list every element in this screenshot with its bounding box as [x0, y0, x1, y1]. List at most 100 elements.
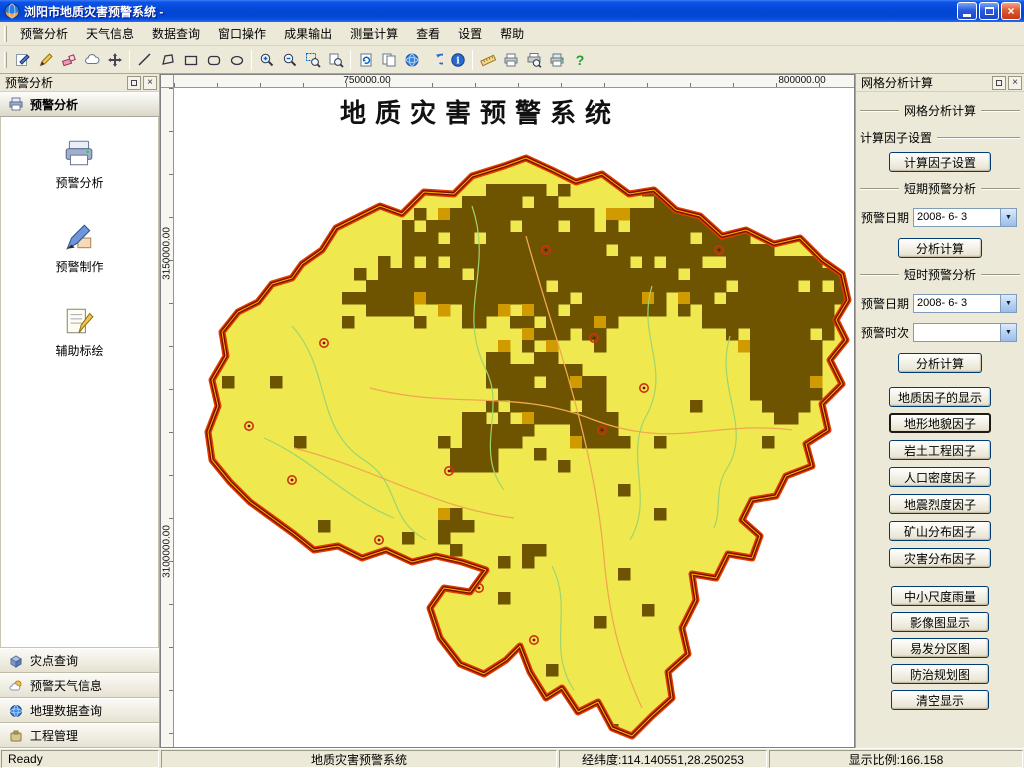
map-view: 750000.00 800000.00 3150000.00 3100000.0…: [160, 74, 855, 748]
chevron-down-icon[interactable]: ▼: [1000, 209, 1016, 226]
map-ruler-vertical: 3150000.00 3100000.00: [161, 88, 174, 747]
calc-factor-settings-button[interactable]: 计算因子设置: [889, 152, 991, 172]
svg-text:?: ?: [575, 52, 584, 68]
tool-zoom-in-button[interactable]: [255, 48, 278, 71]
tool-help-button[interactable]: ?: [568, 48, 591, 71]
tool-measure-button[interactable]: [476, 48, 499, 71]
window-title: 浏阳市地质灾害预警系统 -: [24, 3, 957, 20]
short-term-analyze-button[interactable]: 分析计算: [898, 238, 982, 258]
ruler-label: 750000.00: [337, 75, 397, 86]
short-time-date-label: 预警日期: [861, 295, 913, 312]
zoom-window-icon: [305, 52, 321, 68]
tool-pencil-button[interactable]: [34, 48, 57, 71]
chevron-down-icon[interactable]: ▼: [1000, 324, 1016, 341]
left-panel-title: 预警分析: [5, 74, 127, 91]
tool-print-preview-button[interactable]: [522, 48, 545, 71]
menu-item-help[interactable]: 帮助: [491, 22, 533, 45]
clear-display-button[interactable]: 清空显示: [891, 690, 989, 710]
tool-aux-plotting[interactable]: 辅助标绘: [55, 305, 103, 359]
short-time-date-combo[interactable]: 2008- 6- 3 ▼: [913, 294, 1017, 313]
short-term-date-combo[interactable]: 2008- 6- 3 ▼: [913, 208, 1017, 227]
imagery-display-button[interactable]: 影像图显示: [891, 612, 989, 632]
menu-bar: 预警分析 天气信息 数据查询 窗口操作 成果输出 测量计算 查看 设置 帮助: [0, 22, 1024, 46]
tool-eraser-button[interactable]: [57, 48, 80, 71]
tool-rounded-rectangle-button[interactable]: [202, 48, 225, 71]
tool-globe-button[interactable]: [400, 48, 423, 71]
tool-zoom-extent-button[interactable]: [324, 48, 347, 71]
factor-mining-button[interactable]: 矿山分布因子: [889, 521, 991, 541]
tool-edit-map-button[interactable]: [11, 48, 34, 71]
factor-disaster-button[interactable]: 灾害分布因子: [889, 548, 991, 568]
menu-item-window-ops[interactable]: 窗口操作: [209, 22, 275, 45]
menu-item-view[interactable]: 查看: [407, 22, 449, 45]
warning-time-combo[interactable]: ▼: [913, 323, 1017, 342]
tool-ellipse-button[interactable]: [225, 48, 248, 71]
pin-icon[interactable]: [127, 76, 141, 90]
menu-item-data-query[interactable]: 数据查询: [143, 22, 209, 45]
eraser-icon: [61, 52, 77, 68]
status-system-name: 地质灾害预警系统: [161, 750, 557, 768]
tool-refresh-view-button[interactable]: [354, 48, 377, 71]
short-term-date-label: 预警日期: [861, 209, 913, 226]
toolbar-grip[interactable]: [4, 26, 7, 42]
geo-factor-display-button[interactable]: 地质因子的显示: [889, 387, 991, 407]
maximize-button[interactable]: [979, 2, 999, 20]
susceptibility-map-button[interactable]: 易发分区图: [891, 638, 989, 658]
tool-warning-analysis[interactable]: 预警分析: [55, 137, 103, 191]
menu-item-measure-calc[interactable]: 测量计算: [341, 22, 407, 45]
zoom-extent-icon: [328, 52, 344, 68]
tool-zoom-window-button[interactable]: [301, 48, 324, 71]
minimize-button[interactable]: [957, 2, 977, 20]
tool-info-button[interactable]: i: [446, 48, 469, 71]
factor-geotech-button[interactable]: 岩土工程因子: [889, 440, 991, 460]
grid-analysis-group-label: 网格分析计算: [904, 102, 976, 119]
left-panel-tools: 预警分析 预警制作 辅助标绘: [0, 117, 159, 648]
tool-pan-button[interactable]: [103, 48, 126, 71]
pan-icon: [107, 52, 123, 68]
map-canvas[interactable]: 地质灾害预警系统: [174, 88, 854, 747]
close-icon[interactable]: ×: [143, 76, 157, 90]
chevron-down-icon[interactable]: ▼: [1000, 295, 1016, 312]
aux-plotting-icon: [63, 305, 95, 337]
tool-cloud-button[interactable]: [80, 48, 103, 71]
tool-polygon-button[interactable]: [156, 48, 179, 71]
tool-rectangle-button[interactable]: [179, 48, 202, 71]
factor-terrain-button[interactable]: 地形地貌因子: [889, 413, 991, 433]
short-time-analyze-button[interactable]: 分析计算: [898, 353, 982, 373]
prevention-plan-button[interactable]: 防治规划图: [891, 664, 989, 684]
rectangle-icon: [183, 52, 199, 68]
toolbar-grip[interactable]: [4, 52, 7, 68]
left-panel-section-header[interactable]: 预警分析: [0, 92, 159, 117]
group-warning-weather-info[interactable]: 预警天气信息: [0, 673, 159, 698]
close-button[interactable]: ×: [1001, 2, 1021, 20]
pin-icon[interactable]: [992, 76, 1006, 90]
menu-item-weather-info[interactable]: 天气信息: [77, 22, 143, 45]
tool-print-setup-button[interactable]: [545, 48, 568, 71]
group-label: 灾点查询: [30, 652, 78, 669]
tool-line-button[interactable]: [133, 48, 156, 71]
tool-undo-button[interactable]: [423, 48, 446, 71]
group-geo-data-query[interactable]: 地理数据查询: [0, 698, 159, 723]
ellipse-icon: [229, 52, 245, 68]
status-coordinates: 经纬度:114.140551,28.250253: [559, 750, 767, 768]
title-bar: 浏阳市地质灾害预警系统 - ×: [0, 0, 1024, 22]
toolbar: i ?: [0, 46, 1024, 74]
group-project-management[interactable]: 工程管理: [0, 723, 159, 748]
polygon-icon: [160, 52, 176, 68]
factor-seismic-button[interactable]: 地震烈度因子: [889, 494, 991, 514]
tool-copy-layer-button[interactable]: [377, 48, 400, 71]
rainfall-display-button[interactable]: 中小尺度雨量: [891, 586, 989, 606]
close-icon[interactable]: ×: [1008, 76, 1022, 90]
right-panel-caption: 网格分析计算 ×: [856, 74, 1024, 92]
factor-population-button[interactable]: 人口密度因子: [889, 467, 991, 487]
tool-zoom-out-button[interactable]: [278, 48, 301, 71]
group-label: 工程管理: [30, 727, 78, 744]
group-disaster-point-query[interactable]: 灾点查询: [0, 648, 159, 673]
short-term-date-value: 2008- 6- 3: [914, 209, 1000, 226]
menu-item-result-output[interactable]: 成果输出: [275, 22, 341, 45]
tool-warning-making[interactable]: 预警制作: [55, 221, 103, 275]
warning-making-icon: [63, 221, 95, 253]
tool-print-button[interactable]: [499, 48, 522, 71]
menu-item-warning-analysis[interactable]: 预警分析: [11, 22, 77, 45]
menu-item-settings[interactable]: 设置: [449, 22, 491, 45]
